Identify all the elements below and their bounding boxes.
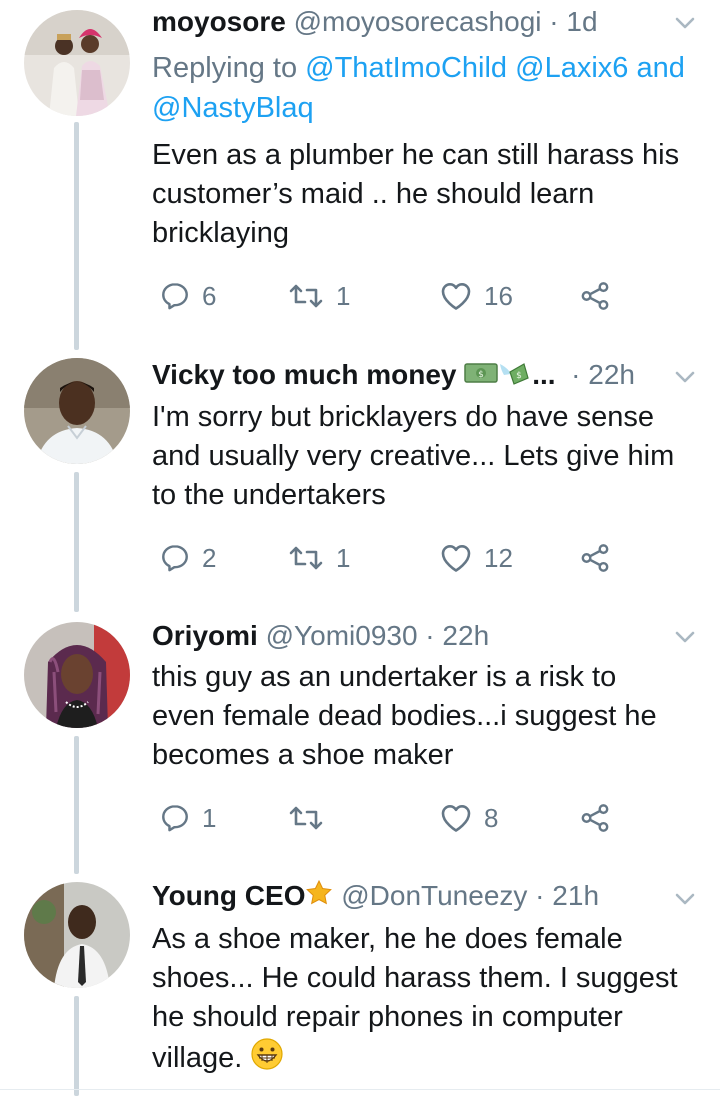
avatar[interactable] <box>24 358 130 464</box>
retweet-button[interactable]: 1 <box>288 538 350 578</box>
share-button[interactable] <box>580 276 610 316</box>
user-handle[interactable]: @Yomi0930 <box>266 620 418 651</box>
replying-to: Replying to @ThatImoChild @Laxix6 and @N… <box>152 52 685 124</box>
display-name[interactable]: Vicky too much money <box>152 359 456 390</box>
chevron-down-icon[interactable] <box>670 884 700 914</box>
user-handle[interactable]: @moyosorecashogi <box>294 6 542 37</box>
share-icon <box>580 802 610 834</box>
tweet-moyosore[interactable]: moyosore @moyosorecashogi · 1d Replying … <box>0 0 720 350</box>
retweet-count: 1 <box>336 542 351 573</box>
thread-line <box>74 122 79 350</box>
timestamp[interactable]: 21h <box>552 880 599 911</box>
tweet-header: Young CEO @DonTuneezy · 21h <box>152 876 599 918</box>
young-man-portrait-icon <box>24 882 130 988</box>
timestamp[interactable]: 1d <box>566 6 597 37</box>
svg-text:$: $ <box>516 371 522 381</box>
name-truncation: ... <box>532 359 556 390</box>
retweet-count: 1 <box>336 280 351 311</box>
tweet-vicky[interactable]: Vicky too much money $ $ ... · 22h I'm s… <box>0 350 720 612</box>
retweet-button[interactable] <box>288 798 336 838</box>
reply-button[interactable]: 6 <box>160 276 216 316</box>
tweet-young-ceo[interactable]: Young CEO @DonTuneezy · 21h As a shoe ma… <box>0 874 720 1101</box>
like-count: 8 <box>484 802 499 833</box>
star-icon <box>305 878 333 918</box>
share-button[interactable] <box>580 538 610 578</box>
heart-icon <box>440 542 472 574</box>
tweet-text: As a shoe maker, he he does female shoes… <box>152 920 702 1082</box>
woman-portrait-icon <box>24 622 130 728</box>
thread-line <box>74 472 79 612</box>
reply-icon <box>160 803 190 833</box>
tweet-header: Vicky too much money $ $ ... · 22h <box>152 355 635 397</box>
mention-link[interactable]: @NastyBlaq <box>152 92 314 124</box>
retweet-icon <box>288 802 324 834</box>
display-name[interactable]: moyosore <box>152 6 286 37</box>
tweet-header: moyosore @moyosorecashogi · 1d <box>152 6 598 37</box>
like-button[interactable]: 12 <box>440 538 513 578</box>
tweet-actions: 1 8 <box>152 798 672 838</box>
timestamp[interactable]: 22h <box>588 359 635 390</box>
svg-text:$: $ <box>478 370 484 380</box>
tweet-text: Even as a plumber he can still harass hi… <box>152 139 680 249</box>
retweet-icon <box>288 542 324 574</box>
grinning-face-icon <box>250 1037 284 1082</box>
reply-count: 6 <box>202 280 217 311</box>
display-name[interactable]: Young CEO <box>152 880 305 911</box>
avatar[interactable] <box>24 10 130 116</box>
thread-line <box>74 996 79 1096</box>
like-count: 16 <box>484 280 513 311</box>
retweet-icon <box>288 280 324 312</box>
reply-count: 2 <box>202 542 217 573</box>
chevron-down-icon[interactable] <box>670 8 700 38</box>
reply-icon <box>160 543 190 573</box>
reply-count: 1 <box>202 802 217 833</box>
reply-button[interactable]: 2 <box>160 538 216 578</box>
chevron-down-icon[interactable] <box>670 622 700 652</box>
thread-line <box>74 736 79 874</box>
avatar[interactable] <box>24 622 130 728</box>
share-icon <box>580 280 610 312</box>
mention-link[interactable]: @Laxix6 <box>515 52 628 84</box>
timestamp[interactable]: 22h <box>442 620 489 651</box>
reply-icon <box>160 281 190 311</box>
money-bag-with-wings-icon: $ <box>498 357 532 397</box>
like-count: 12 <box>484 542 513 573</box>
like-button[interactable]: 16 <box>440 276 513 316</box>
tweet-header: Oriyomi @Yomi0930 · 22h <box>152 620 490 651</box>
tweet-actions: 2 1 12 <box>152 538 672 578</box>
like-button[interactable]: 8 <box>440 798 498 838</box>
money-bills-icon: $ <box>464 357 498 397</box>
couple-photo-icon <box>24 10 130 116</box>
avatar[interactable] <box>24 882 130 988</box>
tweet-oriyomi[interactable]: Oriyomi @Yomi0930 · 22h this guy as an u… <box>0 612 720 874</box>
heart-icon <box>440 280 472 312</box>
tweet-text: this guy as an undertaker is a risk to e… <box>152 661 657 771</box>
man-portrait-icon <box>24 358 130 464</box>
reply-button[interactable]: 1 <box>160 798 216 838</box>
heart-icon <box>440 802 472 834</box>
display-name[interactable]: Oriyomi <box>152 620 258 651</box>
divider <box>0 1089 720 1090</box>
chevron-down-icon[interactable] <box>670 362 700 392</box>
mention-link[interactable]: @ThatImoChild <box>305 52 507 84</box>
share-button[interactable] <box>580 798 610 838</box>
tweet-text: I'm sorry but bricklayers do have sense … <box>152 401 675 511</box>
share-icon <box>580 542 610 574</box>
retweet-button[interactable]: 1 <box>288 276 350 316</box>
user-handle[interactable]: @DonTuneezy <box>341 880 527 911</box>
tweet-actions: 6 1 16 <box>152 276 672 316</box>
